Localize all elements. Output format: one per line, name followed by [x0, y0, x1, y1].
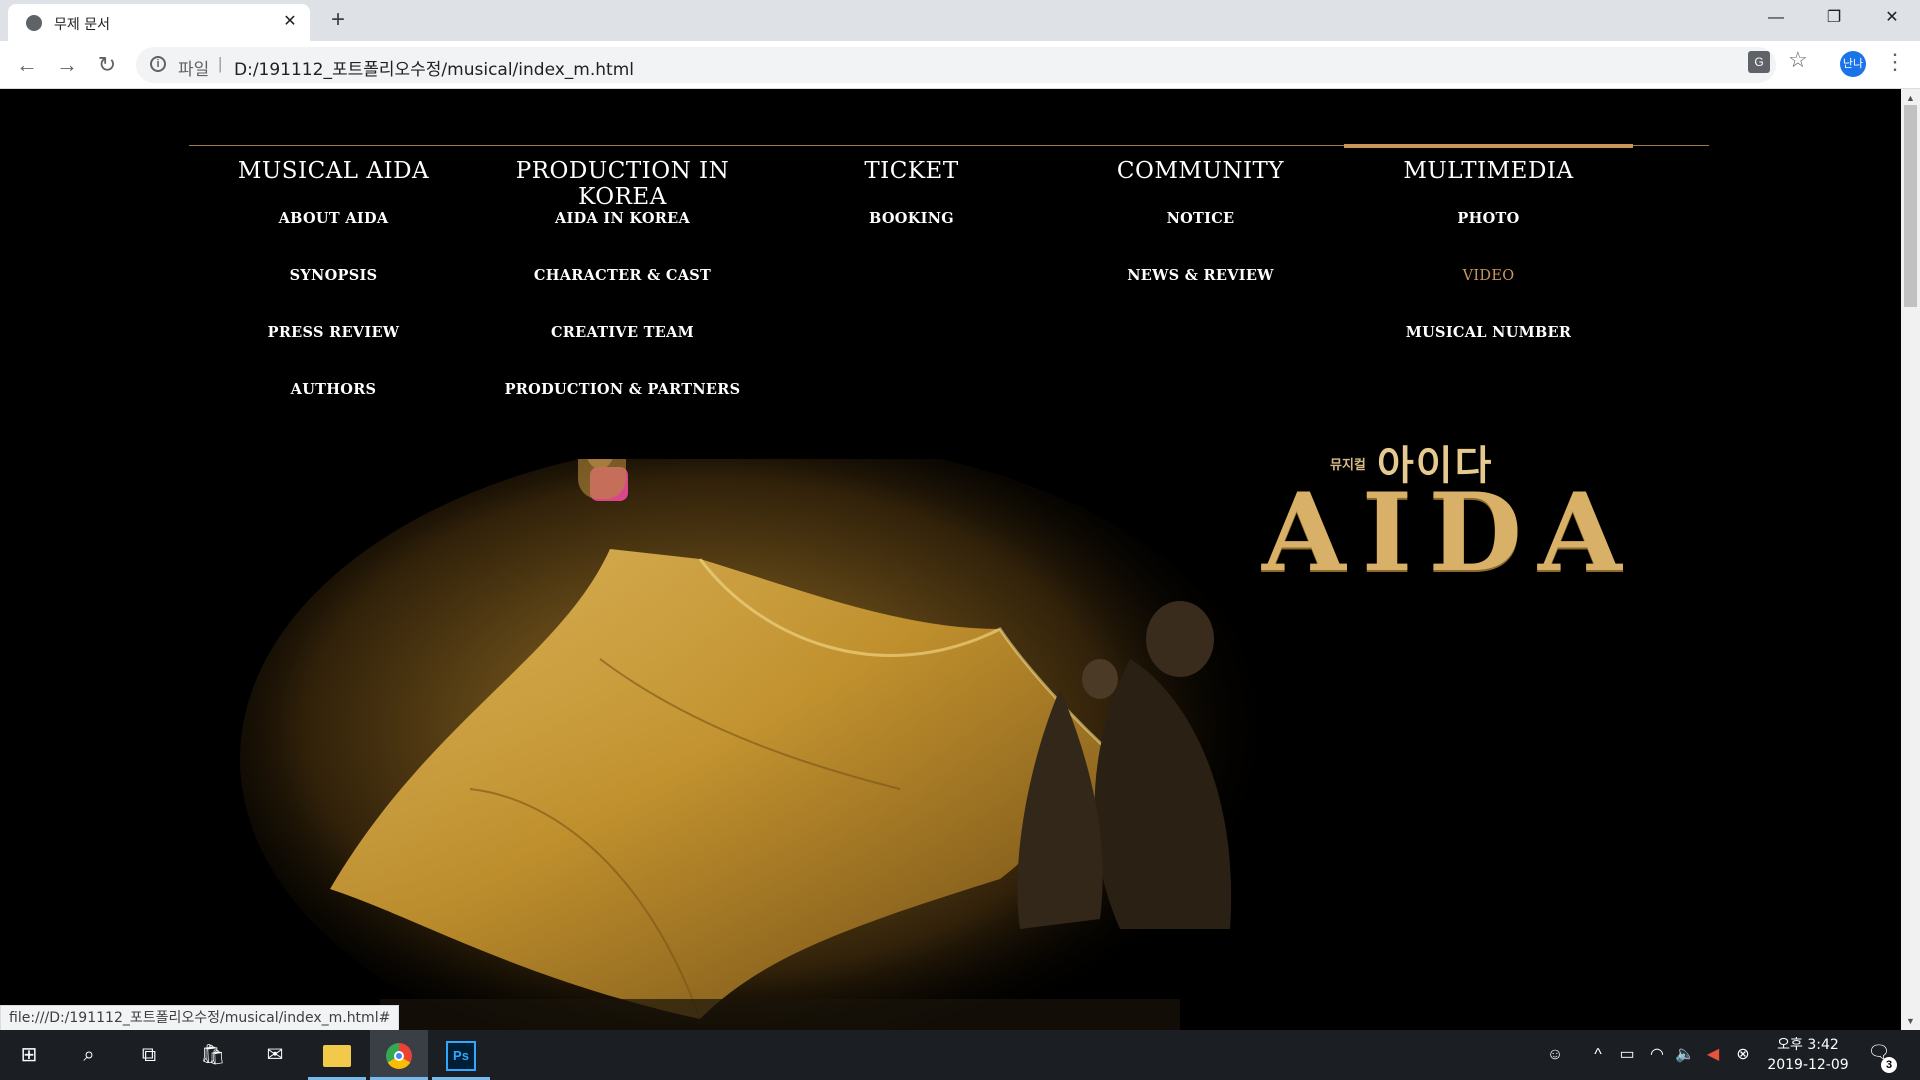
menu-item-production-partners[interactable]: PRODUCTION & PARTNERS [478, 380, 767, 437]
volume-icon[interactable]: 🔈 [1672, 1030, 1698, 1080]
menu-community: COMMUNITY NOTICE NEWS & REVIEW [1056, 145, 1345, 323]
chrome-button[interactable] [370, 1030, 428, 1080]
back-button[interactable]: ← [13, 51, 41, 79]
menu-musical-aida: MUSICAL AIDA ABOUT AIDA SYNOPSIS PRESS R… [189, 145, 478, 437]
translate-icon[interactable]: G [1748, 51, 1770, 73]
clock-date: 2019-12-09 [1767, 1057, 1849, 1073]
start-button[interactable]: ⊞ [0, 1030, 58, 1080]
chrome-icon [386, 1042, 412, 1069]
menu-item-musical-number[interactable]: MUSICAL NUMBER [1344, 323, 1633, 380]
menu-title[interactable]: MULTIMEDIA [1344, 158, 1633, 198]
close-circle-icon[interactable]: ⊗ [1730, 1030, 1756, 1080]
close-window-button[interactable]: ✕ [1864, 0, 1920, 36]
url-separator: | [218, 54, 223, 73]
menu-multimedia: MULTIMEDIA PHOTO VIDEO MUSICAL NUMBER [1344, 145, 1633, 380]
menu-item-notice[interactable]: NOTICE [1056, 209, 1345, 266]
scroll-up-arrow-icon[interactable]: ▲ [1906, 93, 1915, 103]
url-text[interactable]: D:/191112_포트폴리오수정/musical/index_m.html [234, 55, 634, 80]
menu-item-video[interactable]: VIDEO [1344, 266, 1633, 323]
wifi-icon[interactable]: ◠ [1644, 1030, 1670, 1080]
menu-title[interactable]: MUSICAL AIDA [189, 158, 478, 198]
windows-taskbar: ⊞ ⌕ ⧉ 🛍 ✉ Ps ☺ ^ ▭ ◠ 🔈 ◀ ⊗ 오후 3:42 2019-… [0, 1030, 1920, 1080]
site-info-icon[interactable]: i [150, 56, 166, 72]
browser-toolbar: ← → ↻ i 파일 | D:/191112_포트폴리오수정/musical/i… [0, 41, 1920, 89]
menu-ticket: TICKET BOOKING [767, 145, 1056, 266]
tray-chevron-icon[interactable]: ^ [1586, 1030, 1610, 1080]
scroll-down-arrow-icon[interactable]: ▼ [1906, 1016, 1915, 1026]
restore-button[interactable]: ❐ [1806, 0, 1862, 36]
menu-item-about-aida[interactable]: ABOUT AIDA [189, 209, 478, 266]
notification-count-badge: 3 [1881, 1057, 1897, 1073]
new-tab-button[interactable]: + [326, 8, 350, 32]
search-icon[interactable]: ⌕ [60, 1030, 118, 1080]
menu-item-press-review[interactable]: PRESS REVIEW [189, 323, 478, 380]
menu-title[interactable]: COMMUNITY [1056, 158, 1345, 198]
menu-production-in-korea: PRODUCTION IN KOREA AIDA IN KOREA CHARAC… [478, 145, 767, 437]
menu-item-synopsis[interactable]: SYNOPSIS [189, 266, 478, 323]
global-navigation: MUSICAL AIDA ABOUT AIDA SYNOPSIS PRESS R… [189, 144, 1709, 445]
minimize-button[interactable]: — [1748, 0, 1804, 36]
file-explorer-button[interactable] [308, 1030, 366, 1080]
clock-time: 오후 3:42 [1777, 1037, 1839, 1053]
speaker-alert-icon[interactable]: ◀ [1702, 1030, 1724, 1080]
menu-item-character-cast[interactable]: CHARACTER & CAST [478, 266, 767, 323]
vertical-scrollbar[interactable]: ▲ ▼ [1901, 89, 1920, 1030]
folder-icon [323, 1044, 351, 1067]
menu-title[interactable]: PRODUCTION IN KOREA [478, 158, 767, 210]
photoshop-button[interactable]: Ps [432, 1030, 490, 1080]
tab-close-icon[interactable]: ✕ [280, 12, 300, 32]
url-scheme-label: 파일 [178, 60, 210, 80]
browser-menu-icon[interactable]: ⋮ [1884, 49, 1906, 75]
menu-item-photo[interactable]: PHOTO [1344, 209, 1633, 266]
system-clock[interactable]: 오후 3:42 2019-12-09 [1760, 1035, 1856, 1075]
profile-avatar[interactable]: 난나 [1840, 51, 1866, 77]
menu-item-booking[interactable]: BOOKING [767, 209, 1056, 266]
tab-title: 무제 문서 [54, 17, 110, 33]
reload-button[interactable]: ↻ [93, 51, 121, 79]
menu-item-news-review[interactable]: NEWS & REVIEW [1056, 266, 1345, 323]
address-bar[interactable]: i 파일 | D:/191112_포트폴리오수정/musical/index_m… [136, 47, 1776, 83]
forward-button[interactable]: → [53, 51, 81, 79]
logo-aida[interactable]: AIDA [1262, 479, 1638, 587]
battery-icon[interactable]: ▭ [1614, 1030, 1640, 1080]
link-status-bubble: file:///D:/191112_포트폴리오수정/musical/index_… [0, 1005, 400, 1032]
scroll-thumb[interactable] [1904, 105, 1917, 307]
browser-tab-strip: 무제 문서 ✕ + — ❐ ✕ [0, 0, 1920, 41]
menu-item-authors[interactable]: AUTHORS [189, 380, 478, 437]
globe-icon [26, 15, 42, 31]
menu-item-aida-in-korea[interactable]: AIDA IN KOREA [478, 209, 767, 266]
store-icon[interactable]: 🛍 [184, 1030, 242, 1080]
browser-tab[interactable]: 무제 문서 ✕ [8, 4, 310, 41]
photoshop-icon: Ps [446, 1040, 476, 1071]
page-viewport: 뮤지컬 아이다 AIDA MUSICAL AIDA ABOUT AIDA SYN… [0, 89, 1901, 1030]
mail-icon[interactable]: ✉ [246, 1030, 304, 1080]
task-view-icon[interactable]: ⧉ [120, 1030, 178, 1080]
bookmark-star-icon[interactable]: ☆ [1788, 47, 1808, 73]
people-icon[interactable]: ☺ [1540, 1030, 1570, 1080]
menu-item-creative-team[interactable]: CREATIVE TEAM [478, 323, 767, 380]
menu-title[interactable]: TICKET [767, 158, 1056, 198]
